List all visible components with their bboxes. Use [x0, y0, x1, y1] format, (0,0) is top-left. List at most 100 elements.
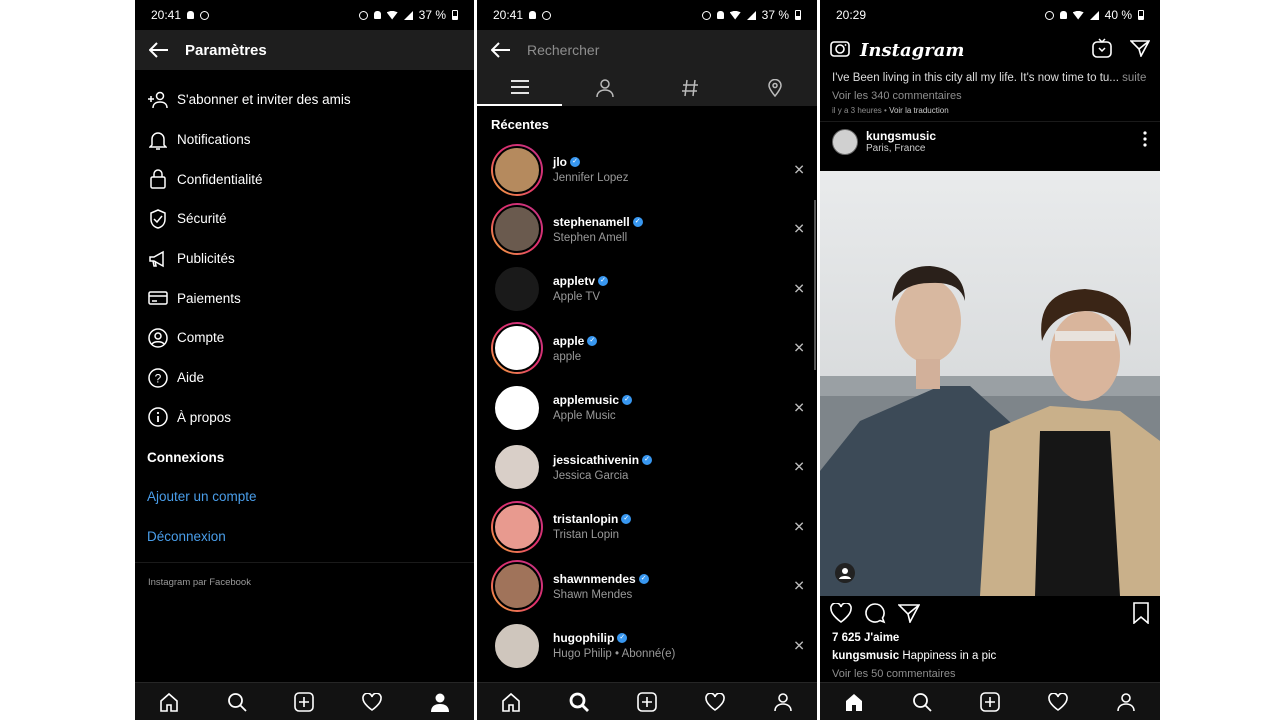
account-fullname: Stephen Amell [553, 231, 628, 244]
person-circle-icon [147, 327, 169, 349]
heart-icon[interactable] [360, 690, 384, 714]
post-location[interactable]: Paris, France [866, 143, 1142, 154]
recent-account-row[interactable]: apple ✓ apple ✕ [477, 319, 817, 379]
avatar[interactable] [493, 145, 541, 194]
menu-item-notifications[interactable]: Notifications [135, 120, 474, 160]
profile-icon[interactable] [428, 690, 452, 714]
like-icon[interactable] [830, 601, 852, 628]
comment-icon[interactable] [864, 602, 886, 629]
post-photo[interactable] [820, 171, 1160, 596]
story-ring [491, 620, 543, 672]
avatar[interactable] [493, 443, 541, 492]
story-ring [491, 382, 543, 434]
search-icon[interactable] [225, 690, 249, 714]
menu-item-account[interactable]: Compte [135, 318, 474, 358]
profile-icon[interactable] [1114, 690, 1138, 714]
avatar[interactable] [493, 502, 541, 551]
avatar[interactable] [493, 205, 541, 254]
avatar[interactable] [493, 264, 541, 313]
menu-item-payments[interactable]: Paiements [135, 278, 474, 318]
search-tabs [477, 70, 817, 106]
back-arrow-icon[interactable] [147, 38, 171, 62]
remove-icon[interactable]: ✕ [793, 340, 805, 357]
avatar[interactable] [493, 621, 541, 670]
story-ring [491, 441, 543, 493]
remove-icon[interactable]: ✕ [793, 280, 805, 297]
post-username[interactable]: kungsmusic [866, 129, 1142, 143]
account-text: appletv ✓ Apple TV [553, 274, 609, 303]
notification-icon [529, 11, 537, 19]
avatar[interactable] [493, 324, 541, 373]
scrollbar[interactable] [814, 200, 816, 370]
home-icon[interactable] [842, 690, 866, 714]
remove-icon[interactable]: ✕ [793, 578, 805, 595]
profile-icon[interactable] [771, 690, 795, 714]
recent-account-row[interactable]: tristanlopin ✓ Tristan Lopin ✕ [477, 497, 817, 557]
remove-icon[interactable]: ✕ [793, 399, 805, 416]
list-icon [510, 80, 529, 94]
more-options-icon[interactable] [1142, 131, 1148, 152]
notification-icon [187, 11, 195, 19]
home-icon[interactable] [499, 690, 523, 714]
menu-item-ads[interactable]: Publicités [135, 239, 474, 279]
account-fullname: Jennifer Lopez [553, 172, 629, 185]
caption-more-link[interactable]: suite [1122, 72, 1146, 84]
menu-item-help[interactable]: ? Aide [135, 358, 474, 398]
recent-account-row[interactable]: shawnmendes ✓ Shawn Mendes ✕ [477, 557, 817, 617]
home-icon[interactable] [157, 690, 181, 714]
alarm-icon [1044, 10, 1054, 20]
remove-icon[interactable]: ✕ [793, 518, 805, 535]
mute-icon [716, 11, 724, 19]
search-input[interactable]: Rechercher [527, 42, 599, 58]
translate-link[interactable]: Voir la traduction [889, 106, 949, 115]
remove-icon[interactable]: ✕ [793, 459, 805, 476]
story-ring [491, 143, 543, 196]
add-post-icon[interactable] [292, 690, 316, 714]
heart-icon[interactable] [1046, 690, 1070, 714]
like-count[interactable]: 7 625 J'aime [832, 632, 899, 644]
tab-top[interactable] [477, 70, 562, 106]
bell-icon [147, 129, 169, 151]
recent-account-row[interactable]: applemusic ✓ Apple Music ✕ [477, 378, 817, 438]
add-account-link[interactable]: Ajouter un compte [135, 477, 474, 517]
remove-icon[interactable]: ✕ [793, 161, 805, 178]
verified-badge-icon: ✓ [621, 514, 632, 525]
recent-account-row[interactable]: jessicathivenin ✓ Jessica Garcia ✕ [477, 438, 817, 498]
add-post-icon[interactable] [635, 690, 659, 714]
recent-account-row[interactable]: hugophilip ✓ Hugo Philip • Abonné(e) ✕ [477, 616, 817, 676]
caption-username[interactable]: kungsmusic [832, 650, 899, 662]
view-comments-link[interactable]: Voir les 50 commentaires [832, 668, 956, 680]
recent-account-row[interactable]: stephenamell ✓ Stephen Amell ✕ [477, 200, 817, 260]
tab-accounts[interactable] [562, 70, 647, 106]
direct-message-icon[interactable] [1129, 39, 1151, 62]
account-fullname: apple [553, 350, 582, 363]
bookmark-icon[interactable] [1132, 601, 1150, 629]
tab-tags[interactable] [647, 70, 732, 106]
mute-icon [373, 11, 381, 19]
avatar[interactable] [493, 562, 541, 611]
igtv-icon[interactable] [1092, 37, 1112, 63]
back-arrow-icon[interactable] [489, 38, 513, 62]
heart-icon[interactable] [703, 690, 727, 714]
add-post-icon[interactable] [978, 690, 1002, 714]
menu-item-follow-invite[interactable]: S'abonner et inviter des amis [135, 80, 474, 120]
view-comments-top[interactable]: Voir les 340 commentaires [820, 86, 1160, 102]
search-icon[interactable] [910, 690, 934, 714]
recent-account-row[interactable]: jlo ✓ Jennifer Lopez ✕ [477, 140, 817, 200]
search-icon[interactable] [567, 690, 591, 714]
status-bar: 20:41 37 % [135, 0, 474, 30]
remove-icon[interactable]: ✕ [793, 637, 805, 654]
recent-account-row[interactable]: appletv ✓ Apple TV ✕ [477, 259, 817, 319]
tab-places[interactable] [732, 70, 817, 106]
camera-icon[interactable] [830, 39, 850, 62]
wifi-icon [1072, 10, 1084, 20]
logout-link[interactable]: Déconnexion [135, 517, 474, 557]
avatar[interactable] [832, 128, 858, 155]
menu-item-security[interactable]: Sécurité [135, 199, 474, 239]
menu-item-privacy[interactable]: Confidentialité [135, 159, 474, 199]
remove-icon[interactable]: ✕ [793, 221, 805, 238]
avatar[interactable] [493, 383, 541, 432]
battery-level: 37 % [761, 8, 789, 22]
share-icon[interactable] [897, 603, 921, 628]
menu-item-about[interactable]: À propos [135, 398, 474, 438]
